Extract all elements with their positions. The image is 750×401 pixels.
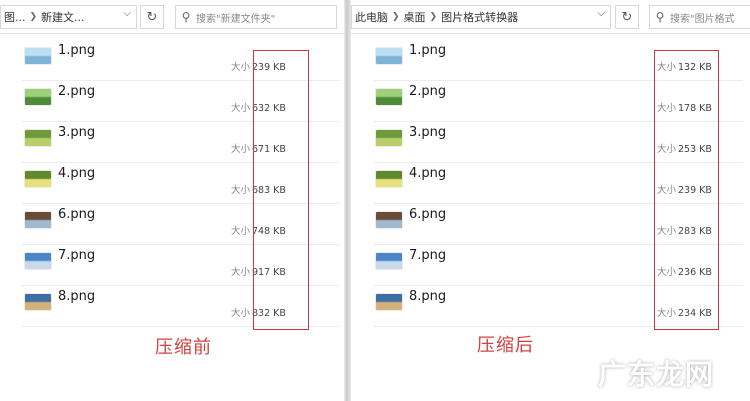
image-thumbnail-icon [25,294,51,310]
refresh-button[interactable]: ↻ [140,5,164,29]
caption-after: 压缩后 [477,335,534,356]
file-name: 2.png [58,84,96,99]
file-name: 8.png [58,289,96,304]
file-size-label: 大小 [231,226,251,237]
image-thumbnail-icon [25,89,51,105]
file-size-label: 大小 [231,185,251,196]
search-placeholder: 搜索"新建文件夹" [196,13,276,25]
image-thumbnail-icon [376,294,402,310]
file-size-label: 大小 [231,267,251,278]
image-thumbnail-icon [376,171,402,187]
file-name: 6.png [58,207,96,222]
chevron-down-icon[interactable]: ⌵ [123,8,131,19]
image-thumbnail-icon [376,212,402,228]
image-thumbnail-icon [25,253,51,269]
breadcrumb-item[interactable]: 图... [1,9,29,25]
file-name: 2.png [409,84,447,99]
chevron-right-icon: ❯ [392,12,400,22]
explorer-pane-after: 此电脑 ❯ 桌面 ❯ 图片格式转换器 ⌵ ↻ ⚲ 搜索"图片格式 1.png 大小… [351,0,750,401]
file-name: 3.png [409,125,447,140]
breadcrumb-item[interactable]: 图片格式转换器 [438,9,521,25]
file-name: 1.png [58,43,96,58]
pane-divider[interactable] [344,0,351,401]
image-thumbnail-icon [376,89,402,105]
image-thumbnail-icon [25,48,51,64]
explorer-pane-before: 图... ❯ 新建文... ⌵ ↻ ⚲ 搜索"新建文件夹" 1.png 大小 239… [0,0,344,401]
file-name: 6.png [409,207,447,222]
file-size-label: 大小 [231,308,251,319]
refresh-button[interactable]: ↻ [615,5,639,29]
file-name: 3.png [58,125,96,140]
file-size-label: 大小 [231,144,251,155]
breadcrumb-item[interactable]: 新建文... [38,9,88,25]
image-thumbnail-icon [25,130,51,146]
size-highlight-frame [253,50,309,330]
search-box[interactable]: ⚲ 搜索"新建文件夹" [175,5,337,29]
file-name: 4.png [58,166,96,181]
search-placeholder: 搜索"图片格式 [670,13,735,25]
search-box[interactable]: ⚲ 搜索"图片格式 [649,5,750,29]
image-thumbnail-icon [376,48,402,64]
caption-before: 压缩前 [155,337,212,358]
chevron-right-icon: ❯ [429,12,438,22]
chevron-right-icon: ❯ [29,12,38,22]
breadcrumb-item[interactable]: 此电脑 [352,9,391,25]
file-name: 1.png [409,43,447,58]
refresh-icon: ↻ [621,9,633,25]
search-icon: ⚲ [181,10,191,24]
explorer-toolbar: 此电脑 ❯ 桌面 ❯ 图片格式转换器 ⌵ ↻ ⚲ 搜索"图片格式 [351,0,750,34]
explorer-toolbar: 图... ❯ 新建文... ⌵ ↻ ⚲ 搜索"新建文件夹" [0,0,344,34]
address-bar[interactable]: 图... ❯ 新建文... ⌵ [0,5,137,29]
search-icon: ⚲ [655,10,665,24]
image-thumbnail-icon [25,171,51,187]
file-name: 7.png [409,248,447,263]
file-name: 4.png [409,166,447,181]
breadcrumb-item[interactable]: 桌面 [401,9,429,25]
image-thumbnail-icon [25,212,51,228]
file-name: 8.png [409,289,447,304]
address-bar[interactable]: 此电脑 ❯ 桌面 ❯ 图片格式转换器 ⌵ [351,5,611,29]
image-thumbnail-icon [376,253,402,269]
chevron-down-icon[interactable]: ⌵ [597,8,605,19]
file-size-label: 大小 [231,62,251,73]
watermark-text: 广东龙网 [598,358,715,391]
size-highlight-frame [654,50,719,330]
file-name: 7.png [58,248,96,263]
image-thumbnail-icon [376,130,402,146]
file-size-label: 大小 [231,103,251,114]
refresh-icon: ↻ [146,9,158,25]
